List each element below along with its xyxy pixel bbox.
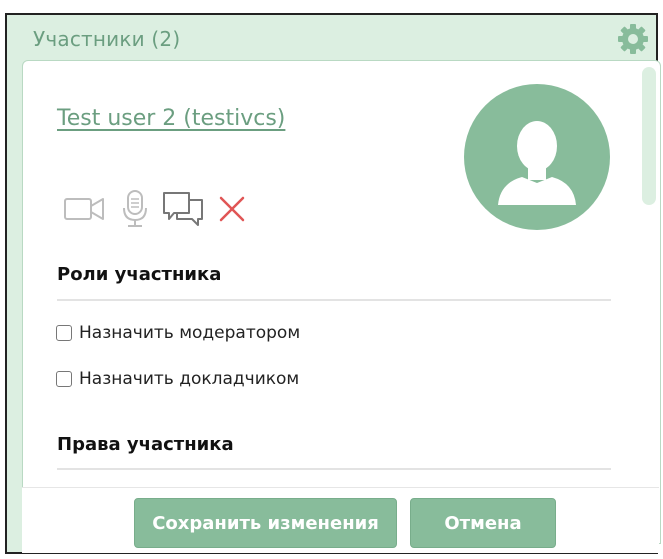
microphone-icon[interactable] bbox=[119, 188, 151, 234]
participant-card: Test user 2 (testivcs) Роли участника На… bbox=[22, 60, 661, 544]
gear-icon[interactable] bbox=[616, 22, 650, 56]
roles-divider bbox=[57, 299, 611, 301]
avatar bbox=[464, 84, 610, 230]
assign-moderator-option[interactable]: Назначить модератором bbox=[56, 322, 300, 344]
close-icon[interactable] bbox=[213, 188, 253, 232]
assign-speaker-label: Назначить докладчиком bbox=[79, 369, 300, 389]
participants-panel: Участники (2) Test user 2 (testivcs) Рол… bbox=[5, 13, 661, 554]
chat-bubbles-icon[interactable] bbox=[161, 188, 207, 234]
assign-speaker-checkbox[interactable] bbox=[56, 371, 72, 387]
roles-section-title: Роли участника bbox=[57, 264, 222, 285]
video-camera-icon[interactable] bbox=[63, 188, 107, 232]
assign-moderator-label: Назначить модератором bbox=[79, 323, 301, 343]
cancel-button[interactable]: Отмена bbox=[410, 498, 556, 548]
rights-section-title: Права участника bbox=[57, 434, 234, 455]
user-silhouette-icon bbox=[498, 121, 576, 205]
assign-speaker-option[interactable]: Назначить докладчиком bbox=[56, 368, 299, 390]
dialog-footer: Сохранить изменения Отмена bbox=[22, 487, 659, 553]
assign-moderator-checkbox[interactable] bbox=[56, 325, 72, 341]
scrollbar[interactable] bbox=[642, 67, 656, 205]
panel-header: Участники (2) bbox=[7, 15, 656, 61]
user-name-link[interactable]: Test user 2 (testivcs) bbox=[57, 106, 285, 131]
save-button[interactable]: Сохранить изменения bbox=[134, 498, 397, 548]
rights-divider bbox=[57, 468, 611, 470]
panel-title: Участники (2) bbox=[33, 27, 181, 51]
